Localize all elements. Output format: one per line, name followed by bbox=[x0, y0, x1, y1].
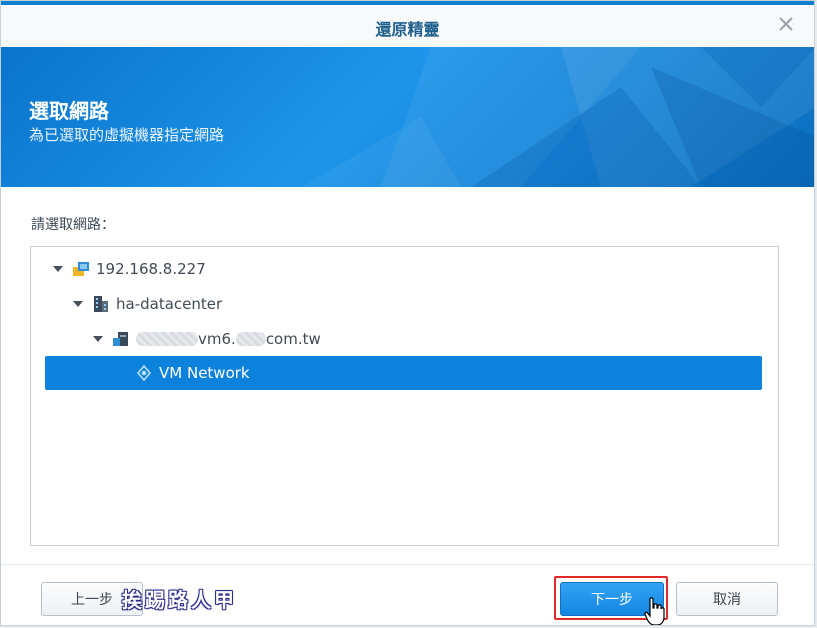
tree-node-label: ha-datacenter bbox=[116, 295, 223, 313]
step-subtitle: 為已選取的虛擬機器指定網路 bbox=[29, 126, 225, 144]
close-button[interactable] bbox=[772, 10, 800, 38]
footer-divider bbox=[1, 564, 814, 565]
wizard-banner: 選取網路 為已選取的虛擬機器指定網路 bbox=[1, 47, 814, 187]
watermark-text: 挨踢路人甲 bbox=[122, 588, 237, 612]
tree-node-label: VM Network bbox=[159, 364, 250, 382]
network-prompt-label: 請選取網路： bbox=[31, 217, 115, 233]
close-icon bbox=[779, 17, 793, 31]
step-title: 選取網路 bbox=[29, 99, 109, 123]
title-bar: 還原精靈 bbox=[1, 5, 814, 48]
restore-wizard-dialog: 還原精靈 選取網路 為已選取的虛擬機器指定網路 請選取網路： 192.168.8… bbox=[0, 0, 815, 626]
tree-node-label-part: com.tw bbox=[265, 330, 321, 348]
window-title: 還原精靈 bbox=[375, 20, 440, 39]
host-icon bbox=[73, 262, 89, 276]
cancel-button[interactable]: 取消 bbox=[676, 582, 778, 616]
network-icon bbox=[137, 364, 151, 382]
banner-decoration bbox=[301, 47, 814, 187]
redacted-text bbox=[136, 332, 198, 346]
expand-arrow-icon[interactable] bbox=[93, 336, 103, 342]
redacted-text bbox=[235, 332, 266, 346]
datacenter-icon bbox=[94, 296, 108, 312]
tree-node-label-part: vm6. bbox=[198, 330, 236, 348]
tree-node-label: 192.168.8.227 bbox=[96, 260, 206, 278]
tree-node-host[interactable]: 192.168.8.227 bbox=[53, 252, 206, 286]
tree-node-server[interactable]: vm6. com.tw bbox=[93, 322, 321, 356]
network-tree[interactable]: 192.168.8.227 ha-datacenter vm6. com.tw … bbox=[30, 246, 779, 546]
tree-node-vm-network[interactable]: VM Network bbox=[45, 356, 762, 390]
expand-arrow-icon[interactable] bbox=[73, 301, 83, 307]
expand-arrow-icon[interactable] bbox=[53, 266, 63, 272]
tree-node-datacenter[interactable]: ha-datacenter bbox=[73, 287, 222, 321]
hand-cursor-icon bbox=[644, 597, 665, 625]
server-icon bbox=[113, 332, 128, 346]
